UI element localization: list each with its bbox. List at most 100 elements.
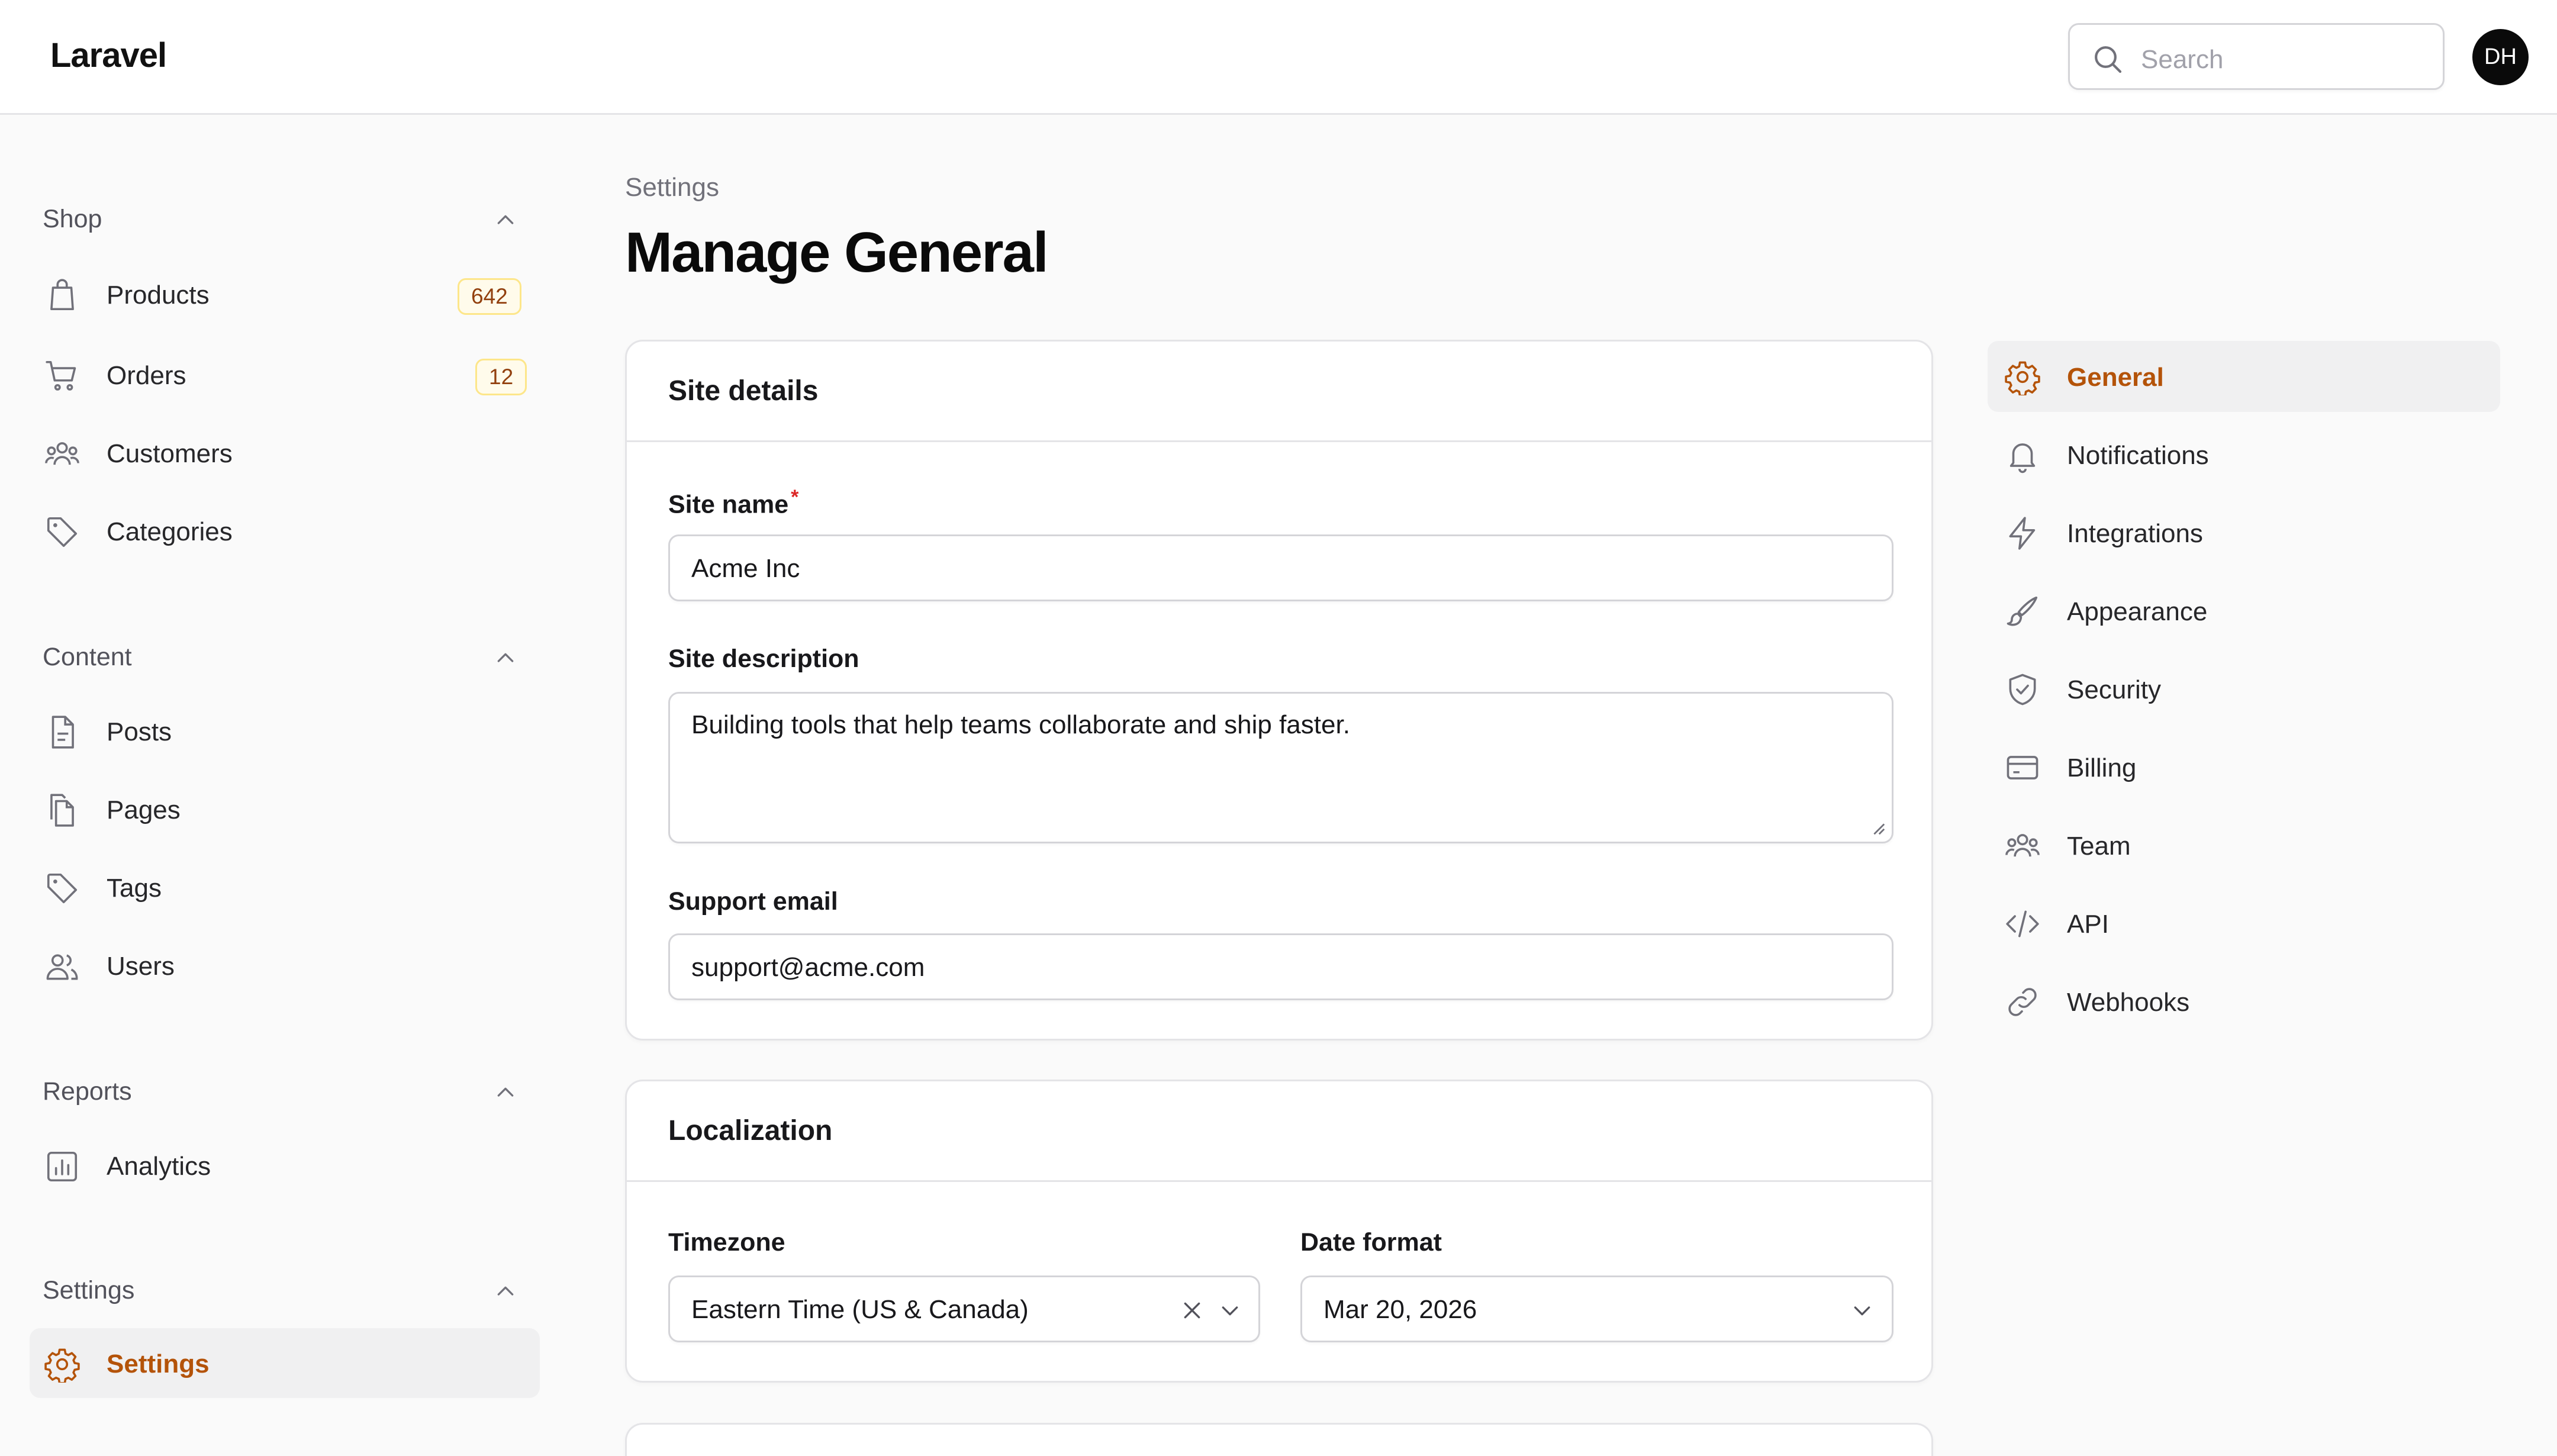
settings-nav-general[interactable]: General [1988, 341, 2500, 412]
sidebar-group-label: Reports [43, 1077, 132, 1106]
sidebar-item-label: Tags [107, 874, 162, 903]
sidebar-group-content[interactable]: Content [43, 636, 528, 677]
sidebar-item-label: Users [107, 952, 175, 981]
users-icon [44, 948, 80, 985]
tag-icon [44, 514, 80, 550]
settings-nav-label: Webhooks [2067, 988, 2190, 1017]
settings-nav-label: Notifications [2067, 441, 2209, 470]
sidebar-item-label: Customers [107, 439, 233, 468]
site-description-textarea[interactable]: Building tools that help teams collabora… [668, 692, 1893, 843]
site-name-label: Site name * [668, 486, 799, 519]
sidebar-item-label: Posts [107, 717, 172, 746]
documents-icon [44, 792, 80, 829]
settings-nav-notifications[interactable]: Notifications [1988, 419, 2500, 490]
sidebar-item-settings[interactable]: Settings [30, 1328, 540, 1398]
sidebar-item-posts[interactable]: Posts [30, 696, 540, 766]
sidebar-item-analytics[interactable]: Analytics [30, 1130, 540, 1200]
chevron-up-icon [494, 1081, 517, 1104]
next-section-card [625, 1423, 1933, 1456]
timezone-label: Timezone [668, 1228, 785, 1257]
date-format-select[interactable]: Mar 20, 2026 [1300, 1275, 1893, 1342]
date-format-label: Date format [1300, 1228, 1442, 1257]
clear-icon[interactable] [1180, 1299, 1204, 1322]
settings-nav-billing[interactable]: Billing [1988, 732, 2500, 803]
sidebar-item-orders[interactable]: Orders 12 [30, 340, 540, 410]
settings-nav-label: API [2067, 910, 2109, 939]
settings-nav-label: Billing [2067, 753, 2137, 782]
settings-nav-security[interactable]: Security [1988, 653, 2500, 724]
settings-nav-webhooks[interactable]: Webhooks [1988, 966, 2500, 1037]
support-email-input[interactable]: support@acme.com [668, 933, 1893, 1000]
bell-icon [2004, 437, 2041, 473]
paint-brush-icon [2004, 593, 2041, 630]
gear-icon [44, 1346, 80, 1383]
timezone-value: Eastern Time (US & Canada) [691, 1295, 1029, 1324]
users-group-icon [2004, 827, 2041, 864]
sidebar-item-categories[interactable]: Categories [30, 496, 540, 566]
sidebar-item-customers[interactable]: Customers [30, 418, 540, 488]
settings-nav-integrations[interactable]: Integrations [1988, 497, 2500, 568]
settings-nav-api[interactable]: API [1988, 888, 2500, 959]
card-title: Site details [668, 375, 819, 407]
chevron-up-icon [494, 1280, 517, 1303]
sidebar-group-label: Content [43, 643, 132, 671]
breadcrumb[interactable]: Settings [625, 173, 719, 202]
date-format-value: Mar 20, 2026 [1323, 1295, 1477, 1324]
sidebar-item-products[interactable]: Products 642 [30, 259, 540, 329]
site-description-label: Site description [668, 645, 859, 673]
sidebar-item-label: Settings [107, 1349, 210, 1378]
sidebar-group-label: Shop [43, 205, 102, 233]
sidebar-group-shop[interactable]: Shop [43, 198, 528, 239]
sidebar-group-reports[interactable]: Reports [43, 1070, 528, 1112]
avatar[interactable]: DH [2472, 29, 2529, 85]
site-name-value: Acme Inc [691, 554, 800, 583]
sidebar-group-label: Settings [43, 1276, 135, 1304]
sidebar-item-pages[interactable]: Pages [30, 774, 540, 844]
resize-handle-icon[interactable] [1869, 819, 1886, 836]
users-group-icon [44, 436, 80, 472]
sidebar-item-label: Orders [107, 361, 186, 390]
count-badge: 642 [458, 278, 521, 315]
gear-icon [2004, 359, 2041, 395]
settings-nav-appearance[interactable]: Appearance [1988, 575, 2500, 646]
link-icon [2004, 984, 2041, 1020]
chevron-down-icon [1218, 1299, 1242, 1322]
sidebar-item-label: Categories [107, 517, 233, 546]
code-icon [2004, 906, 2041, 942]
sidebar-group-settings[interactable]: Settings [43, 1269, 528, 1310]
bolt-icon [2004, 515, 2041, 552]
document-icon [44, 714, 80, 750]
brand-logo[interactable]: Laravel [50, 36, 167, 75]
chart-bar-icon [44, 1148, 80, 1185]
shopping-cart-icon [44, 357, 80, 394]
search-icon [2091, 43, 2124, 76]
sidebar-item-users[interactable]: Users [30, 930, 540, 1000]
timezone-select[interactable]: Eastern Time (US & Canada) [668, 1275, 1260, 1342]
settings-nav-label: Team [2067, 832, 2131, 861]
search-placeholder: Search [2141, 45, 2224, 74]
localization-card: Localization Timezone Eastern Time (US &… [625, 1080, 1933, 1383]
site-name-input[interactable]: Acme Inc [668, 534, 1893, 601]
sidebar: Shop Products 642 Orders 12 Customers Ca… [0, 115, 550, 1456]
search-input[interactable]: Search [2068, 23, 2445, 90]
card-header: Localization [627, 1081, 1931, 1182]
sidebar-item-label: Pages [107, 795, 181, 824]
sidebar-item-label: Products [107, 281, 210, 310]
required-mark: * [791, 486, 799, 508]
settings-nav-label: Security [2067, 675, 2161, 704]
chevron-up-icon [494, 208, 517, 232]
settings-nav-label: General [2067, 363, 2164, 392]
credit-card-icon [2004, 749, 2041, 786]
sidebar-item-tags[interactable]: Tags [30, 852, 540, 922]
support-email-value: support@acme.com [691, 953, 925, 982]
settings-nav-label: Integrations [2067, 519, 2203, 548]
site-details-card: Site details Site name * Acme Inc Site de… [625, 340, 1933, 1041]
shopping-bag-icon [44, 277, 80, 314]
settings-nav-team[interactable]: Team [1988, 810, 2500, 881]
shield-check-icon [2004, 671, 2041, 708]
settings-nav-label: Appearance [2067, 597, 2208, 626]
chevron-down-icon [1850, 1299, 1874, 1322]
chevron-up-icon [494, 646, 517, 670]
support-email-label: Support email [668, 887, 838, 916]
card-title: Localization [668, 1115, 833, 1146]
